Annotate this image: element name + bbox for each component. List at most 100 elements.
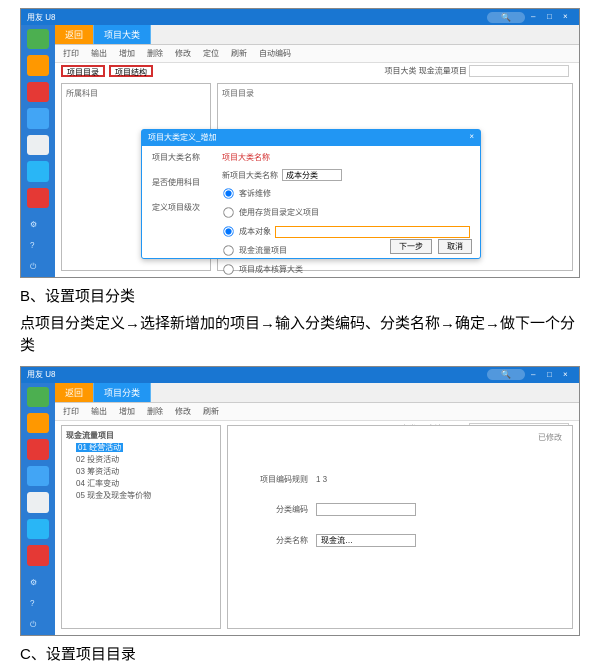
- toolbar-modify[interactable]: 修改: [175, 406, 191, 417]
- tree-node-4[interactable]: 04 汇率变动: [66, 478, 216, 490]
- dialog-title: 项目大类定义_增加: [148, 132, 216, 144]
- top-right-label: 项目大类 现金流量项目: [385, 65, 569, 77]
- close-icon[interactable]: ×: [563, 12, 573, 22]
- search-icon: 🔍: [501, 13, 511, 22]
- toolbar-modify[interactable]: 修改: [175, 48, 191, 59]
- category-tree[interactable]: 现金流量项目 01 经营活动 02 投资活动 03 筹资活动 04 汇率变动 0…: [61, 425, 221, 629]
- toolbar-find[interactable]: 定位: [203, 48, 219, 59]
- close-icon[interactable]: ×: [563, 370, 573, 380]
- sidebar-item-7[interactable]: [27, 188, 49, 208]
- tree-node-1[interactable]: 01 经营活动: [66, 442, 216, 454]
- window-titlebar: 用友 U8 🔍 – □ ×: [21, 9, 579, 25]
- caption-b-instruction: 点项目分类定义→选择新增加的项目→输入分类编码、分类名称→确定→做下一个分类: [20, 313, 580, 358]
- sidebar-item-6[interactable]: [27, 161, 49, 181]
- section-head: 项目大类名称: [222, 152, 470, 163]
- tab-main-2[interactable]: 项目分类: [94, 383, 151, 402]
- cancel-button[interactable]: 取消: [438, 239, 472, 254]
- toolbar-output[interactable]: 输出: [91, 406, 107, 417]
- tree-node-3[interactable]: 03 筹资活动: [66, 466, 216, 478]
- radio-opt-3[interactable]: 使用存货目录定义项目: [222, 206, 470, 219]
- new-category-field[interactable]: [282, 169, 342, 181]
- sidebar-item-2[interactable]: [27, 55, 49, 75]
- sidebar-gear-icon[interactable]: ⚙: [30, 578, 46, 593]
- radio-opt-2[interactable]: 客诉维修: [222, 187, 470, 200]
- opt2-label: 客诉维修: [239, 188, 271, 199]
- tree-root[interactable]: 现金流量项目: [66, 430, 216, 442]
- step-label-3: 定义项目级次: [152, 202, 212, 213]
- minimize-icon[interactable]: –: [531, 12, 541, 22]
- top-right-text: 项目大类 现金流量项目: [385, 67, 467, 76]
- toolbar-del[interactable]: 删除: [147, 406, 163, 417]
- tab-main[interactable]: 项目大类: [94, 25, 151, 44]
- radio-opt-4[interactable]: 成本对象: [222, 225, 470, 238]
- radio-opt-6[interactable]: 项目成本核算大类: [222, 263, 470, 276]
- content-area-2: 返回 项目分类 打印 输出 增加 删除 修改 刷新 项目分类 项目大类 现金流量…: [55, 383, 579, 635]
- highlight-btn-1[interactable]: 项目目录: [61, 65, 105, 77]
- tab-strip-2: 返回 项目分类: [55, 383, 579, 403]
- top-right-input[interactable]: [469, 65, 569, 77]
- field0-value: 1 3: [316, 475, 327, 484]
- opt6-label: 项目成本核算大类: [239, 264, 303, 275]
- sidebar-exit-icon[interactable]: ⏻: [30, 262, 46, 277]
- toolbar-auto[interactable]: 自动编码: [259, 48, 291, 59]
- caption-c-title: C、设置项目目录: [20, 644, 580, 667]
- maximize-icon[interactable]: □: [547, 12, 557, 22]
- sidebar-item-3[interactable]: [27, 439, 49, 459]
- code-field[interactable]: [316, 503, 416, 516]
- screenshot-1: 用友 U8 🔍 – □ × ⚙ ? ⏻ 返回: [20, 8, 580, 278]
- sidebar-help-icon[interactable]: ?: [30, 241, 46, 256]
- right-panel-label: 项目目录: [222, 89, 254, 98]
- toolbar-del[interactable]: 删除: [147, 48, 163, 59]
- tab-strip: 返回 项目大类: [55, 25, 579, 45]
- dialog-close-icon[interactable]: ×: [469, 132, 474, 144]
- window-titlebar-2: 用友 U8 🔍 – □ ×: [21, 367, 579, 383]
- tab-back[interactable]: 返回: [55, 25, 94, 44]
- sidebar-help-icon[interactable]: ?: [30, 599, 46, 614]
- dialog-titlebar: 项目大类定义_增加 ×: [142, 130, 480, 146]
- caption-b-title: B、设置项目分类: [20, 286, 580, 309]
- next-button[interactable]: 下一步: [390, 239, 432, 254]
- sidebar-item-4[interactable]: [27, 466, 49, 486]
- sidebar-item-6[interactable]: [27, 519, 49, 539]
- sidebar-item-5[interactable]: [27, 492, 49, 512]
- radio-opt-1[interactable]: 新项目大类名称: [222, 169, 470, 181]
- tab-back-2[interactable]: 返回: [55, 383, 94, 402]
- titlebar-search-2[interactable]: 🔍: [487, 369, 525, 380]
- sidebar-item-7[interactable]: [27, 545, 49, 565]
- screenshot-2: 用友 U8 🔍 – □ × ⚙ ? ⏻ 返回: [20, 366, 580, 636]
- tree-node-2[interactable]: 02 投资活动: [66, 454, 216, 466]
- toolbar-print[interactable]: 打印: [63, 406, 79, 417]
- sidebar-item-1[interactable]: [27, 387, 49, 407]
- toolbar-output[interactable]: 输出: [91, 48, 107, 59]
- step-label-2: 是否使用科目: [152, 177, 212, 188]
- opt1-label: 新项目大类名称: [222, 170, 278, 181]
- highlight-btn-2[interactable]: 项目结构: [109, 65, 153, 77]
- name-field[interactable]: [316, 534, 416, 547]
- sidebar-item-2[interactable]: [27, 413, 49, 433]
- toolbar: 打印 输出 增加 删除 修改 定位 刷新 自动编码: [55, 45, 579, 63]
- sidebar-item-4[interactable]: [27, 108, 49, 128]
- detail-status: 已修改: [538, 432, 562, 443]
- tree-node-5[interactable]: 05 现金及现金等价物: [66, 490, 216, 502]
- detail-panel: 已修改 项目编码规则 1 3 分类编码 分类名称: [227, 425, 573, 629]
- sidebar-exit-icon[interactable]: ⏻: [30, 620, 46, 635]
- field1-label: 分类编码: [252, 504, 308, 515]
- opt4-label: 成本对象: [239, 226, 271, 237]
- sidebar-item-1[interactable]: [27, 29, 49, 49]
- sidebar-item-3[interactable]: [27, 82, 49, 102]
- minimize-icon[interactable]: –: [531, 370, 541, 380]
- toolbar-print[interactable]: 打印: [63, 48, 79, 59]
- toolbar-add[interactable]: 增加: [119, 406, 135, 417]
- opt5-label: 现金流量项目: [239, 245, 287, 256]
- maximize-icon[interactable]: □: [547, 370, 557, 380]
- titlebar-search[interactable]: 🔍: [487, 12, 525, 23]
- toolbar-add[interactable]: 增加: [119, 48, 135, 59]
- sidebar-item-5[interactable]: [27, 135, 49, 155]
- toolbar-2: 打印 输出 增加 删除 修改 刷新: [55, 403, 579, 421]
- field2-label: 分类名称: [252, 535, 308, 546]
- toolbar-refresh[interactable]: 刷新: [203, 406, 219, 417]
- step-label-1: 项目大类名称: [152, 152, 212, 163]
- toolbar-refresh[interactable]: 刷新: [231, 48, 247, 59]
- search-icon: 🔍: [501, 370, 511, 379]
- sidebar-gear-icon[interactable]: ⚙: [30, 220, 46, 235]
